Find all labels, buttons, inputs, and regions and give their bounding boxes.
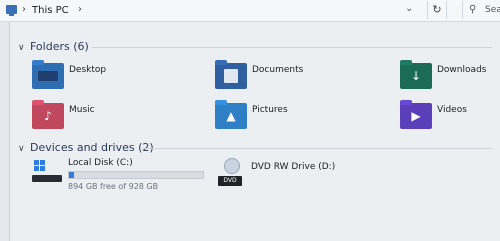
desktop-folder-icon <box>32 63 64 89</box>
folder-downloads[interactable]: ↓ Downloads <box>400 63 500 91</box>
breadcrumb-chevron-icon[interactable]: › <box>78 4 82 15</box>
section-divider <box>142 148 492 149</box>
drive-label: Local Disk (C:) <box>68 158 133 168</box>
drive-dvd-d[interactable]: DVD DVD RW Drive (D:) <box>218 158 378 192</box>
collapse-chevron-icon[interactable]: ∨ <box>18 144 30 154</box>
pictures-folder-icon: ▲ <box>215 103 247 129</box>
dvd-drive-icon: DVD <box>218 158 248 186</box>
devices-section-header[interactable]: ∨ Devices and drives (2) <box>18 141 154 154</box>
drive-usage-fill <box>69 172 74 178</box>
documents-folder-icon <box>215 63 247 89</box>
search-placeholder: Sea <box>485 5 500 15</box>
dvd-badge: DVD <box>218 176 242 186</box>
search-box[interactable]: ⚲ Sea <box>462 1 500 19</box>
folder-label: Pictures <box>252 105 288 115</box>
navigation-pane-edge[interactable] <box>0 22 10 241</box>
folders-section-title: Folders (6) <box>30 40 89 53</box>
mountain-icon: ▲ <box>226 109 236 123</box>
folder-label: Documents <box>252 65 304 75</box>
videos-folder-icon: ▶ <box>400 103 432 129</box>
address-bar: › This PC › ⌄ ↻ ⚲ Sea <box>0 0 500 22</box>
folder-videos[interactable]: ▶ Videos <box>400 103 500 131</box>
play-icon: ▶ <box>411 109 421 123</box>
drive-label: DVD RW Drive (D:) <box>251 162 336 172</box>
devices-section-title: Devices and drives (2) <box>30 141 154 154</box>
drive-usage-bar <box>68 171 204 179</box>
folder-documents[interactable]: Documents <box>215 63 375 91</box>
collapse-chevron-icon[interactable]: ∨ <box>18 43 30 53</box>
drive-free-space: 894 GB free of 928 GB <box>68 182 159 191</box>
breadcrumb-this-pc[interactable]: This PC <box>32 5 69 16</box>
address-dropdown-icon[interactable]: ⌄ <box>405 3 413 14</box>
section-divider <box>92 47 492 48</box>
download-arrow-icon: ↓ <box>410 69 422 83</box>
refresh-icon[interactable]: ↻ <box>427 1 447 19</box>
folder-label: Downloads <box>437 65 487 75</box>
folders-section-header[interactable]: ∨ Folders (6) <box>18 40 89 53</box>
folder-label: Videos <box>437 105 467 115</box>
this-pc-icon <box>6 5 17 16</box>
search-icon: ⚲ <box>469 4 477 15</box>
folder-label: Desktop <box>69 65 107 75</box>
folder-label: Music <box>69 105 95 115</box>
folder-pictures[interactable]: ▲ Pictures <box>215 103 375 131</box>
folder-music[interactable]: ♪ Music <box>32 103 192 131</box>
music-note-icon: ♪ <box>44 109 52 123</box>
music-folder-icon: ♪ <box>32 103 64 129</box>
folder-desktop[interactable]: Desktop <box>32 63 192 91</box>
downloads-folder-icon: ↓ <box>400 63 432 89</box>
windows-drive-icon <box>32 158 62 182</box>
breadcrumb-separator-icon[interactable]: › <box>22 4 26 15</box>
